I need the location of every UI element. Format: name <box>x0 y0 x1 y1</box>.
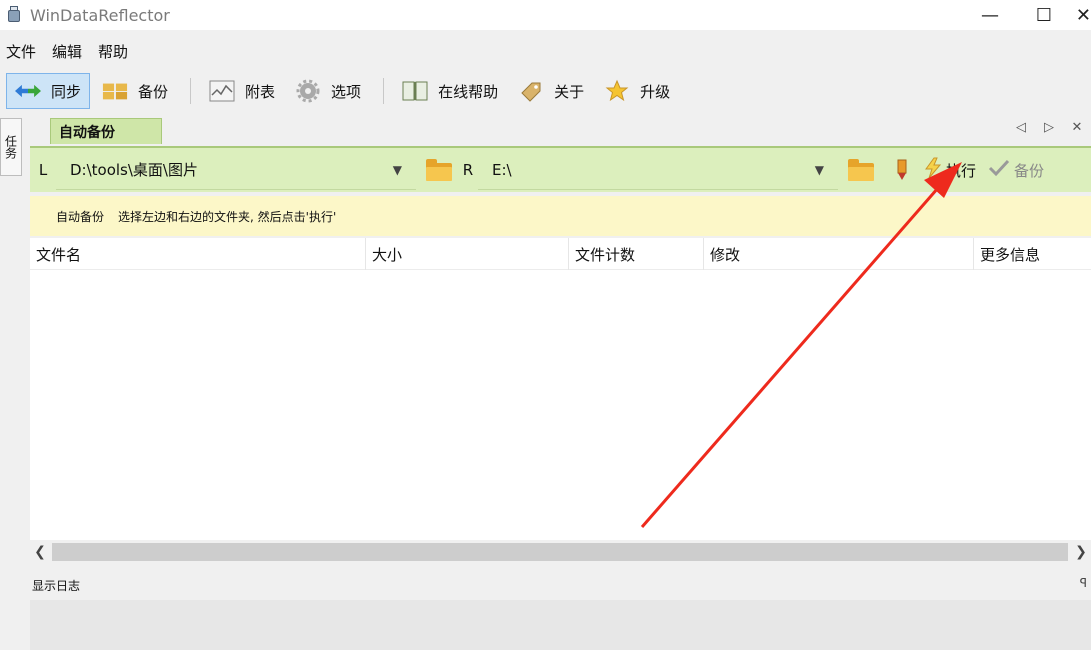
checkmark-icon <box>988 158 1010 182</box>
book-icon <box>402 79 428 103</box>
task-dock-tab[interactable]: 任务 <box>0 118 22 176</box>
column-modified[interactable]: 修改 <box>704 238 974 270</box>
tab-auto-backup[interactable]: 自动备份 <box>50 118 162 144</box>
path-bar: L D:\tools\桌面\图片 ▼ R E:\ ▼ 执行 备份 <box>30 146 1091 192</box>
marker-icon[interactable] <box>892 159 912 181</box>
column-file-name[interactable]: 文件名 <box>30 238 366 270</box>
log-label[interactable]: 显示日志 <box>32 577 80 594</box>
menu-edit[interactable]: 编辑 <box>52 41 82 62</box>
maximize-button[interactable]: ☐ <box>1017 0 1071 30</box>
online-help-label: 在线帮助 <box>438 82 499 101</box>
tab-close-button[interactable]: ✕ <box>1063 120 1091 135</box>
backup-box-icon <box>102 79 128 103</box>
column-size[interactable]: 大小 <box>366 238 569 270</box>
gear-icon <box>295 79 321 103</box>
toolbar-separator <box>383 78 385 104</box>
scroll-thumb[interactable] <box>52 543 1068 561</box>
app-icon <box>6 6 22 24</box>
left-browse-folder-icon[interactable] <box>426 159 452 181</box>
minimize-button[interactable]: — <box>963 0 1017 30</box>
menu-bar: 文件 编辑 帮助 <box>0 36 1091 66</box>
right-side-label: R <box>462 161 474 179</box>
toolbar: 同步 备份 附表 选项 在线帮助 关于 升级 <box>0 70 1091 112</box>
log-area[interactable] <box>30 600 1091 650</box>
attach-button[interactable]: 附表 <box>201 73 283 109</box>
horizontal-scrollbar[interactable]: ❮ ❯ <box>30 541 1091 563</box>
menu-file[interactable]: 文件 <box>6 41 36 62</box>
pin-icon[interactable]: ꟼ <box>1080 576 1087 590</box>
column-file-count[interactable]: 文件计数 <box>569 238 704 270</box>
column-more-info[interactable]: 更多信息 <box>974 238 1091 270</box>
backup-button[interactable]: 备份 <box>94 73 176 109</box>
execute-label: 执行 <box>946 161 977 180</box>
hint-title: 自动备份 <box>56 209 105 224</box>
left-path-value: D:\tools\桌面\图片 <box>70 161 198 179</box>
right-path-value: E:\ <box>492 160 512 179</box>
right-browse-folder-icon[interactable] <box>848 159 874 181</box>
chevron-down-icon[interactable]: ▼ <box>815 163 824 177</box>
upgrade-label: 升级 <box>640 82 671 101</box>
execute-button[interactable]: 执行 <box>924 157 976 183</box>
scroll-right-icon[interactable]: ❯ <box>1071 541 1091 563</box>
close-button[interactable]: ✕ <box>1071 0 1091 30</box>
attach-chart-icon <box>209 79 235 103</box>
tab-prev-button[interactable]: ◁ <box>1007 120 1035 135</box>
scroll-left-icon[interactable]: ❮ <box>30 541 50 563</box>
backup-label: 备份 <box>138 82 169 101</box>
hint-bar: 自动备份 选择左边和右边的文件夹, 然后点击'执行' <box>30 196 1091 236</box>
attach-label: 附表 <box>245 82 276 101</box>
options-label: 选项 <box>331 82 362 101</box>
file-list[interactable]: 文件名 大小 文件计数 修改 更多信息 <box>30 238 1091 540</box>
tag-icon <box>518 79 544 103</box>
hint-text: 选择左边和右边的文件夹, 然后点击'执行' <box>118 209 337 224</box>
title-bar: WinDataReflector — ☐ ✕ <box>0 0 1091 30</box>
left-path-combo[interactable]: D:\tools\桌面\图片 ▼ <box>56 150 416 190</box>
online-help-button[interactable]: 在线帮助 <box>394 73 506 109</box>
left-side-label: L <box>38 161 48 179</box>
upgrade-button[interactable]: 升级 <box>596 73 678 109</box>
about-label: 关于 <box>554 82 585 101</box>
tab-strip: 自动备份 ◁ ▷ ✕ <box>30 116 1091 144</box>
window-title: WinDataReflector <box>30 5 170 25</box>
backup-action-label: 备份 <box>1014 161 1045 180</box>
chevron-down-icon[interactable]: ▼ <box>393 163 402 177</box>
about-button[interactable]: 关于 <box>510 73 592 109</box>
file-list-header: 文件名 大小 文件计数 修改 更多信息 <box>30 238 1091 270</box>
menu-help[interactable]: 帮助 <box>98 41 128 62</box>
right-path-combo[interactable]: E:\ ▼ <box>478 150 838 190</box>
sync-button[interactable]: 同步 <box>6 73 91 109</box>
toolbar-separator <box>190 78 192 104</box>
backup-action-button[interactable]: 备份 <box>988 158 1044 182</box>
tab-next-button[interactable]: ▷ <box>1035 120 1063 135</box>
options-button[interactable]: 选项 <box>287 73 369 109</box>
sync-label: 同步 <box>51 82 82 101</box>
log-header: 显示日志 ꟼ <box>30 570 1091 600</box>
star-icon <box>604 79 630 103</box>
lightning-icon <box>924 157 942 183</box>
sync-arrows-icon <box>15 79 41 103</box>
